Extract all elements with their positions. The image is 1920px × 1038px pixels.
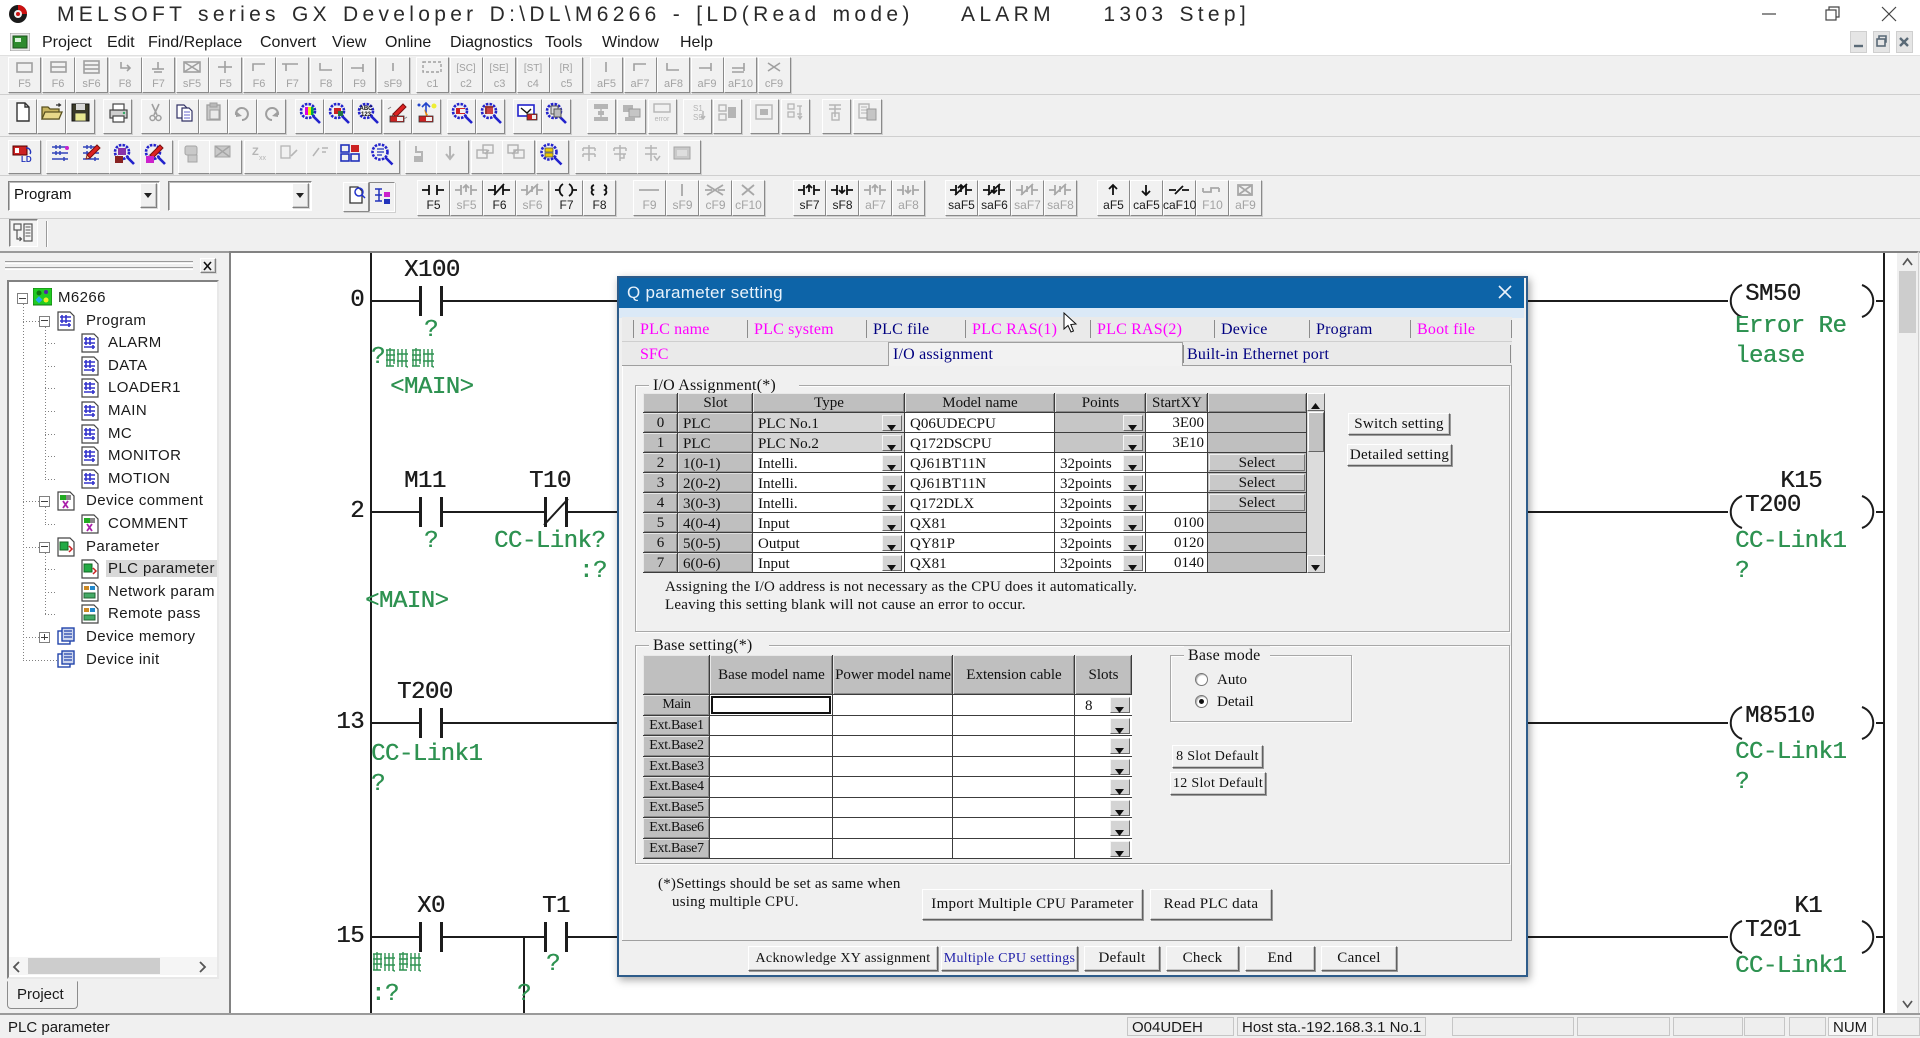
svg-text:[SE]: [SE] [490, 63, 509, 74]
svg-text:error: error [655, 116, 670, 123]
svg-text:Z: Z [252, 146, 259, 158]
svg-text:S1: S1 [693, 104, 703, 113]
svg-text:xx: xx [259, 155, 267, 162]
svg-text:123: 123 [361, 112, 372, 118]
svg-text:[SC]: [SC] [456, 63, 476, 74]
svg-text:[ST]: [ST] [523, 63, 542, 74]
svg-text:[R]: [R] [560, 63, 573, 74]
svg-text:LD: LD [21, 155, 32, 164]
